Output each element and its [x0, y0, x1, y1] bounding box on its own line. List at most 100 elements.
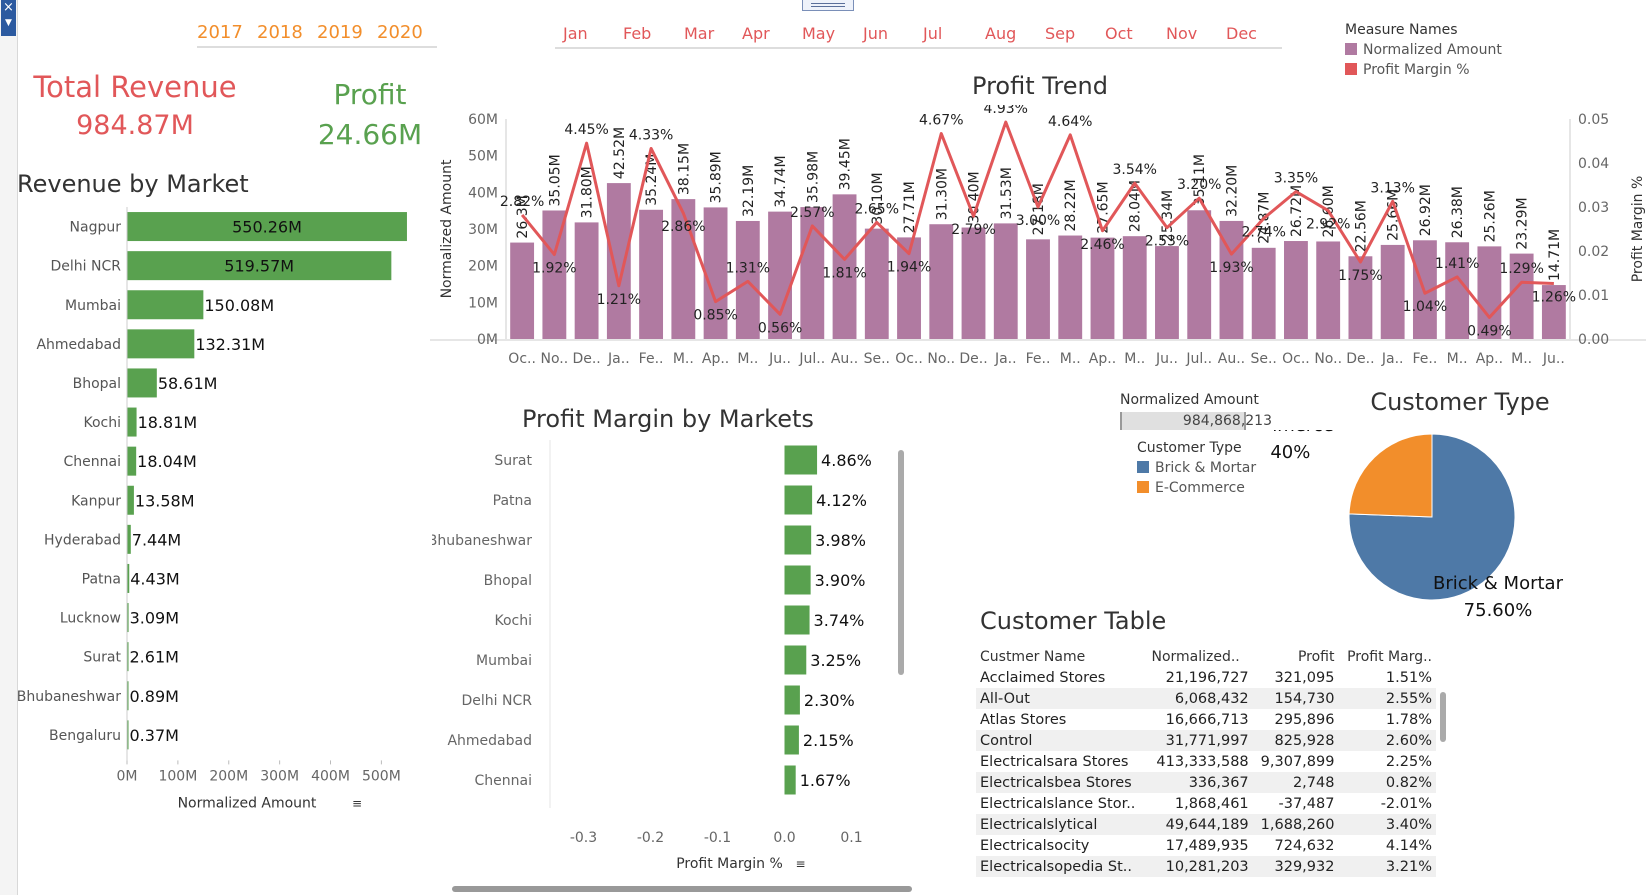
margin-bar — [784, 445, 818, 475]
market-label: Chennai — [475, 773, 532, 789]
margin-data-label: 2.74% — [1241, 224, 1285, 240]
cell-customer-name: Electricalsara Stores — [980, 753, 1129, 770]
margin-data-label: 4.33% — [629, 127, 673, 143]
month-link-jan[interactable]: Jan — [563, 24, 588, 43]
amount-data-label: 38.15M — [676, 143, 692, 195]
cell-normalized: 16,666,713 — [1165, 711, 1249, 728]
cell-customer-name: All-Out — [976, 688, 1148, 709]
y-tick-label: 20M — [468, 259, 498, 275]
amount-data-label: 28.22M — [1063, 179, 1079, 231]
legend-item-normalized-amount[interactable]: Normalized Amount — [1345, 42, 1545, 58]
month-link-jul[interactable]: Jul — [923, 24, 942, 43]
legend-item-profit-margin[interactable]: Profit Margin % — [1345, 62, 1545, 78]
amount-bar — [1090, 237, 1115, 339]
amount-data-label: 31.53M — [999, 167, 1015, 219]
table-row[interactable]: Atlas Stores 16,666,713 295,896 1.78% — [976, 709, 1436, 730]
amount-data-label: 25.26M — [1482, 190, 1498, 242]
month-link-aug[interactable]: Aug — [985, 24, 1016, 43]
legend-swatch — [1345, 43, 1357, 55]
market-label: Ahmedabad — [36, 337, 121, 353]
kpi-profit-value: 24.66M — [317, 118, 423, 151]
revenue-data-label: 0.89M — [130, 687, 179, 706]
margin-data-label: 1.93% — [1209, 260, 1253, 276]
margin-data-label: 4.64% — [1048, 114, 1092, 130]
filter-label: Normalized Amount — [1120, 392, 1259, 408]
col-header-name[interactable]: Custmer Name — [976, 647, 1147, 667]
table-row[interactable]: Electricalslance Stor.. 1,868,461 -37,487 -… — [976, 793, 1436, 814]
amount-bar — [1155, 246, 1179, 339]
table-row[interactable]: Electricalsbea Stores 336,367 2,748 0.82% — [976, 772, 1436, 793]
x-tick-label: Ja.. — [607, 351, 630, 367]
col-header-normalized[interactable]: Normalized.. — [1147, 647, 1252, 667]
amount-bar — [639, 209, 664, 339]
month-link-dec[interactable]: Dec — [1226, 24, 1257, 43]
cell-customer-name: Atlas Stores — [980, 711, 1067, 728]
profit-margin-by-markets-chart: Surat 4.86% Patna 4.12% Bhubaneshwar 3.98% Bho… — [432, 440, 904, 872]
table-scrollbar[interactable] — [1440, 692, 1446, 742]
year-link-2020[interactable]: 2020 — [377, 22, 423, 43]
market-label: Patna — [82, 571, 121, 587]
month-link-may[interactable]: May — [802, 24, 835, 43]
customer-table-grid: Custmer Name Normalized.. Profit Profit … — [976, 647, 1436, 877]
table-row[interactable]: Acclaimed Stores 21,196,727 321,095 1.51% — [976, 667, 1436, 688]
filter-slider[interactable]: 984,868,213 — [1120, 412, 1272, 430]
year-link-2019[interactable]: 2019 — [317, 22, 363, 43]
left-toolbar: × ▼ — [0, 0, 18, 895]
x-tick-label: No.. — [927, 351, 955, 367]
chevron-down-icon: ▼ — [5, 18, 12, 28]
month-link-oct[interactable]: Oct — [1105, 24, 1133, 43]
margin-data-label: 4.86% — [821, 451, 872, 470]
amount-bar — [510, 242, 535, 339]
table-row[interactable]: All-Out 6,068,432 154,730 2.55% — [976, 688, 1436, 709]
table-row[interactable]: Control 31,771,997 825,928 2.60% — [976, 730, 1436, 751]
cell-profit: 1,688,260 — [1252, 814, 1339, 835]
y2-axis-label: Profit Margin % — [1630, 176, 1646, 283]
x-tick-label: Ap.. — [1476, 351, 1503, 367]
col-header-profit-margin[interactable]: Profit Marg.. — [1338, 647, 1436, 667]
x-tick-label: De.. — [959, 351, 987, 367]
revenue-by-market-chart: Nagpur 550.26M Delhi NCR 519.57M Mumbai 150.0… — [17, 207, 407, 811]
market-label: Ahmedabad — [447, 733, 532, 749]
margin-data-label: 1.67% — [800, 771, 851, 790]
amount-data-label: 35.89M — [709, 151, 725, 203]
cell-customer-name: Electricalsopedia St.. — [976, 856, 1148, 877]
legend-swatch — [1137, 481, 1149, 493]
filter-value: 984,868,213 — [1182, 413, 1272, 429]
revenue-bar — [127, 446, 137, 476]
revenue-data-label: 550.26M — [232, 218, 302, 237]
year-link-2018[interactable]: 2018 — [257, 22, 303, 43]
margin-data-label: 1.26% — [1532, 290, 1576, 306]
col-header-profit[interactable]: Profit — [1253, 647, 1339, 667]
amount-data-label: 35.98M — [805, 151, 821, 203]
x-tick-label: Fe.. — [639, 351, 664, 367]
table-row[interactable]: Electricalslytical 49,644,189 1,688,260 3.4… — [976, 814, 1436, 835]
customer-table-title: Customer Table — [980, 607, 1167, 635]
cell-profit: 295,896 — [1274, 711, 1335, 728]
month-link-feb[interactable]: Feb — [623, 24, 651, 43]
year-link-2017[interactable]: 2017 — [197, 22, 243, 43]
market-label: Kochi — [494, 613, 532, 629]
margin-bar — [784, 645, 807, 675]
x-axis-label: Profit Margin % — [676, 856, 783, 872]
market-label: Bengaluru — [49, 728, 121, 744]
amount-data-label: 26.92M — [1418, 184, 1434, 236]
month-link-jun[interactable]: Jun — [863, 24, 888, 43]
revenue-bar — [127, 329, 195, 359]
month-link-sep[interactable]: Sep — [1045, 24, 1075, 43]
table-row[interactable]: Electricalsara Stores 413,333,588 9,307,89… — [976, 751, 1436, 772]
y-tick-label: 10M — [468, 295, 498, 311]
month-link-mar[interactable]: Mar — [684, 24, 714, 43]
amount-bar — [1251, 247, 1276, 339]
table-row[interactable]: Electricalsocity 17,489,935 724,632 4.14% — [976, 835, 1436, 856]
month-link-nov[interactable]: Nov — [1166, 24, 1197, 43]
market-label: Kochi — [83, 415, 121, 431]
horizontal-scrollbar[interactable] — [452, 886, 912, 892]
market-label: Surat — [83, 650, 121, 666]
month-link-apr[interactable]: Apr — [742, 24, 770, 43]
collapse-panel-button[interactable]: × ▼ — [1, 0, 16, 36]
table-row[interactable]: Electricalsopedia St.. 10,281,203 329,932 3… — [976, 856, 1436, 877]
margin-data-label: 3.25% — [810, 651, 861, 670]
margin-data-label: 1.75% — [1338, 268, 1382, 284]
cell-profit-margin: 1.51% — [1385, 669, 1432, 686]
customer-table: Custmer Name Normalized.. Profit Profit … — [976, 647, 1451, 880]
